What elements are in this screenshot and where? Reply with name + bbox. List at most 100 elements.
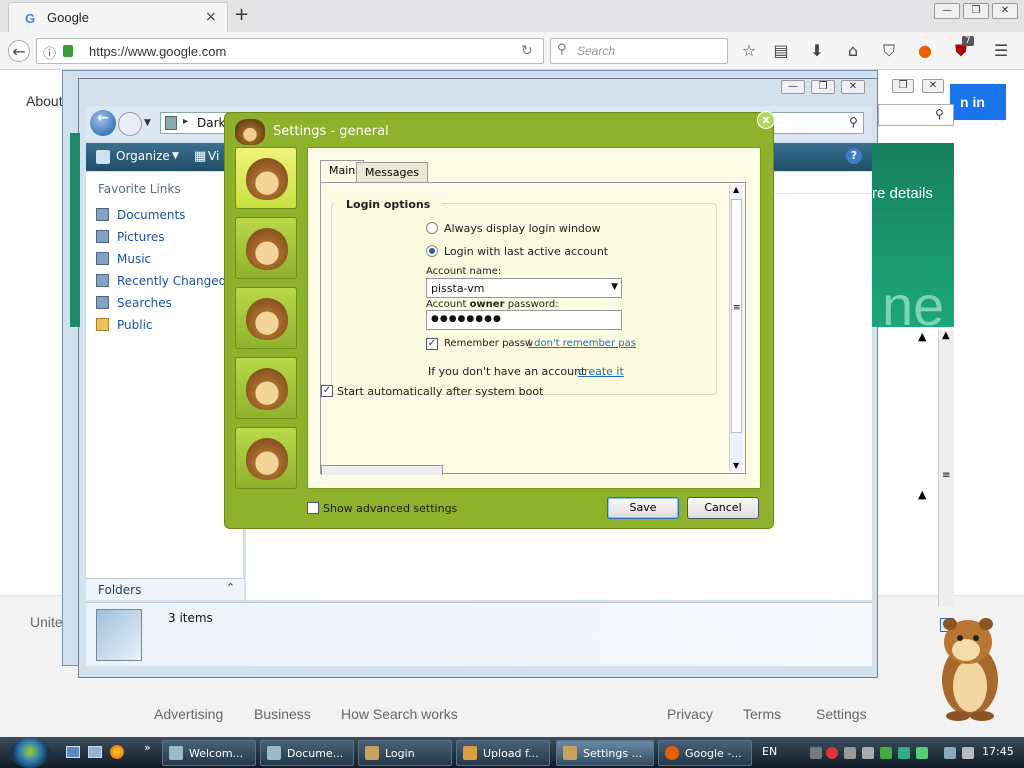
explorer-maximize-button[interactable]: ❐: [811, 80, 835, 94]
back-arrow-icon[interactable]: ←: [8, 40, 30, 62]
taskbar-item-documents[interactable]: Docume...: [260, 740, 354, 766]
nav-link-searches[interactable]: Searches: [96, 296, 172, 314]
home-icon[interactable]: ⌂: [842, 40, 864, 62]
save-button[interactable]: Save: [607, 497, 679, 519]
back-maximize-button[interactable]: ❐: [892, 79, 914, 93]
views-button[interactable]: Vi: [208, 149, 219, 163]
radio-last-account-label[interactable]: Login with last active account: [444, 245, 608, 258]
window-close-button[interactable]: ✕: [992, 3, 1018, 19]
footer-advertising[interactable]: Advertising: [154, 706, 223, 722]
scroll-up-icon[interactable]: ▲: [918, 488, 926, 501]
language-indicator[interactable]: EN: [762, 745, 777, 758]
explorer-back-icon[interactable]: ←: [90, 110, 116, 136]
explorer-forward-icon[interactable]: [118, 112, 142, 136]
scroll-up-icon[interactable]: ▲: [942, 330, 950, 341]
scroll-down-icon[interactable]: ▼: [733, 461, 739, 470]
minimize-button[interactable]: —: [934, 3, 960, 19]
folders-toggle[interactable]: Folders ⌃: [86, 578, 244, 600]
volume-icon[interactable]: [962, 747, 974, 759]
tray-chat-icon[interactable]: [898, 747, 910, 759]
taskbar-item-google[interactable]: Google -...: [658, 740, 752, 766]
tray-network-icon[interactable]: [862, 747, 874, 759]
sidebar-item-messages[interactable]: [235, 287, 297, 349]
sidebar-item-general[interactable]: [235, 147, 297, 209]
new-tab-button[interactable]: +: [234, 4, 249, 25]
page-scrollbar[interactable]: ▲ ≡ ▼: [938, 330, 954, 632]
tray-users-icon[interactable]: [880, 747, 892, 759]
close-tab-icon[interactable]: ×: [205, 9, 217, 25]
scroll-up-icon[interactable]: ▲: [918, 330, 926, 343]
scroll-thumb[interactable]: [731, 199, 742, 433]
create-account-link[interactable]: create it: [578, 365, 624, 378]
radio-last-account[interactable]: [426, 245, 438, 257]
about-link[interactable]: About: [26, 93, 63, 109]
history-dropdown-icon[interactable]: ▼: [144, 118, 151, 128]
radio-always-display[interactable]: [426, 222, 438, 234]
footer-privacy[interactable]: Privacy: [667, 706, 713, 722]
scroll-grip-icon[interactable]: ≡: [942, 470, 950, 481]
dialog-close-button[interactable]: x: [757, 111, 775, 129]
footer-how-search-works[interactable]: How Search works: [341, 706, 458, 722]
autostart-checkbox[interactable]: ✓: [321, 385, 333, 397]
explorer-minimize-button[interactable]: —: [781, 80, 805, 94]
footer-terms[interactable]: Terms: [743, 706, 781, 722]
address-text[interactable]: Dark: [197, 116, 225, 130]
password-field[interactable]: ●●●●●●●●: [426, 310, 622, 330]
tray-disabled-icon[interactable]: [844, 747, 856, 759]
taskbar-item-upload[interactable]: Upload f...: [456, 740, 550, 766]
radio-always-display-label[interactable]: Always display login window: [444, 222, 601, 235]
remember-password-label[interactable]: Remember passw: [444, 338, 533, 349]
url-bar[interactable]: ⓘ https://www.google.com ↻: [36, 38, 544, 64]
explorer-close-button[interactable]: ✕: [841, 80, 865, 94]
remember-password-checkbox[interactable]: ✓: [426, 338, 438, 350]
tray-status-icon[interactable]: [916, 747, 928, 759]
firefox-icon[interactable]: ●: [914, 40, 936, 62]
footer-settings[interactable]: Settings: [816, 706, 867, 722]
forgot-password-link[interactable]: I don't remember pas: [528, 338, 636, 349]
taskbar-item-settings[interactable]: Settings ...: [556, 740, 654, 766]
promo-details-text[interactable]: re details: [872, 185, 933, 202]
url-text[interactable]: https://www.google.com: [89, 44, 226, 59]
sidebar-item-sounds[interactable]: [235, 357, 297, 419]
search-icon[interactable]: ⚲: [849, 115, 858, 129]
nav-link-recently-changed[interactable]: Recently Changed: [96, 274, 226, 292]
nav-link-music[interactable]: Music: [96, 252, 151, 270]
sidebar-item-files[interactable]: [235, 427, 297, 489]
panel-scrollbar[interactable]: ▲ ≡ ▼: [729, 185, 743, 471]
help-icon[interactable]: ?: [846, 148, 862, 164]
account-name-select[interactable]: pissta-vm ▼: [426, 278, 622, 298]
clock[interactable]: 17:45: [982, 745, 1014, 758]
footer-business[interactable]: Business: [254, 706, 311, 722]
sidebar-item-appearance[interactable]: [235, 217, 297, 279]
sign-in-button[interactable]: n in: [950, 84, 1006, 120]
quicklaunch-more-icon[interactable]: »: [144, 741, 151, 754]
browser-tab-google[interactable]: G Google ×: [8, 2, 228, 32]
explorer-search-box-back[interactable]: ⚲: [878, 104, 954, 126]
autostart-label[interactable]: Start automatically after system boot: [337, 385, 543, 398]
nav-link-documents[interactable]: Documents: [96, 208, 185, 226]
bookmark-star-icon[interactable]: ☆: [738, 40, 760, 62]
nav-link-pictures[interactable]: Pictures: [96, 230, 165, 248]
reload-icon[interactable]: ↻: [521, 43, 533, 59]
search-input[interactable]: ⚲ Search: [550, 38, 728, 64]
scroll-up-icon[interactable]: ▲: [733, 185, 739, 194]
tab-messages[interactable]: Messages: [356, 162, 428, 182]
nav-link-public[interactable]: Public: [96, 318, 153, 336]
switch-windows-icon[interactable]: [88, 746, 102, 758]
pocket-icon[interactable]: ⛉: [878, 40, 900, 62]
show-advanced-label[interactable]: Show advanced settings: [323, 502, 457, 515]
downloads-icon[interactable]: ⬇: [806, 40, 828, 62]
organize-button[interactable]: Organize: [116, 149, 170, 163]
menu-icon[interactable]: ☰: [990, 40, 1012, 62]
cancel-button[interactable]: Cancel: [687, 497, 759, 519]
tray-app-icon[interactable]: [810, 747, 822, 759]
info-icon[interactable]: ⓘ: [43, 43, 56, 62]
tray-blocked-icon[interactable]: [826, 747, 838, 759]
restore-button[interactable]: ❐: [963, 3, 989, 19]
show-advanced-checkbox[interactable]: [307, 502, 319, 514]
reading-list-icon[interactable]: ▤: [770, 40, 792, 62]
taskbar-item-welcome[interactable]: Welcom...: [162, 740, 256, 766]
back-close-button[interactable]: ✕: [922, 79, 944, 93]
start-button[interactable]: [10, 738, 50, 768]
taskbar-item-login[interactable]: Login: [358, 740, 452, 766]
